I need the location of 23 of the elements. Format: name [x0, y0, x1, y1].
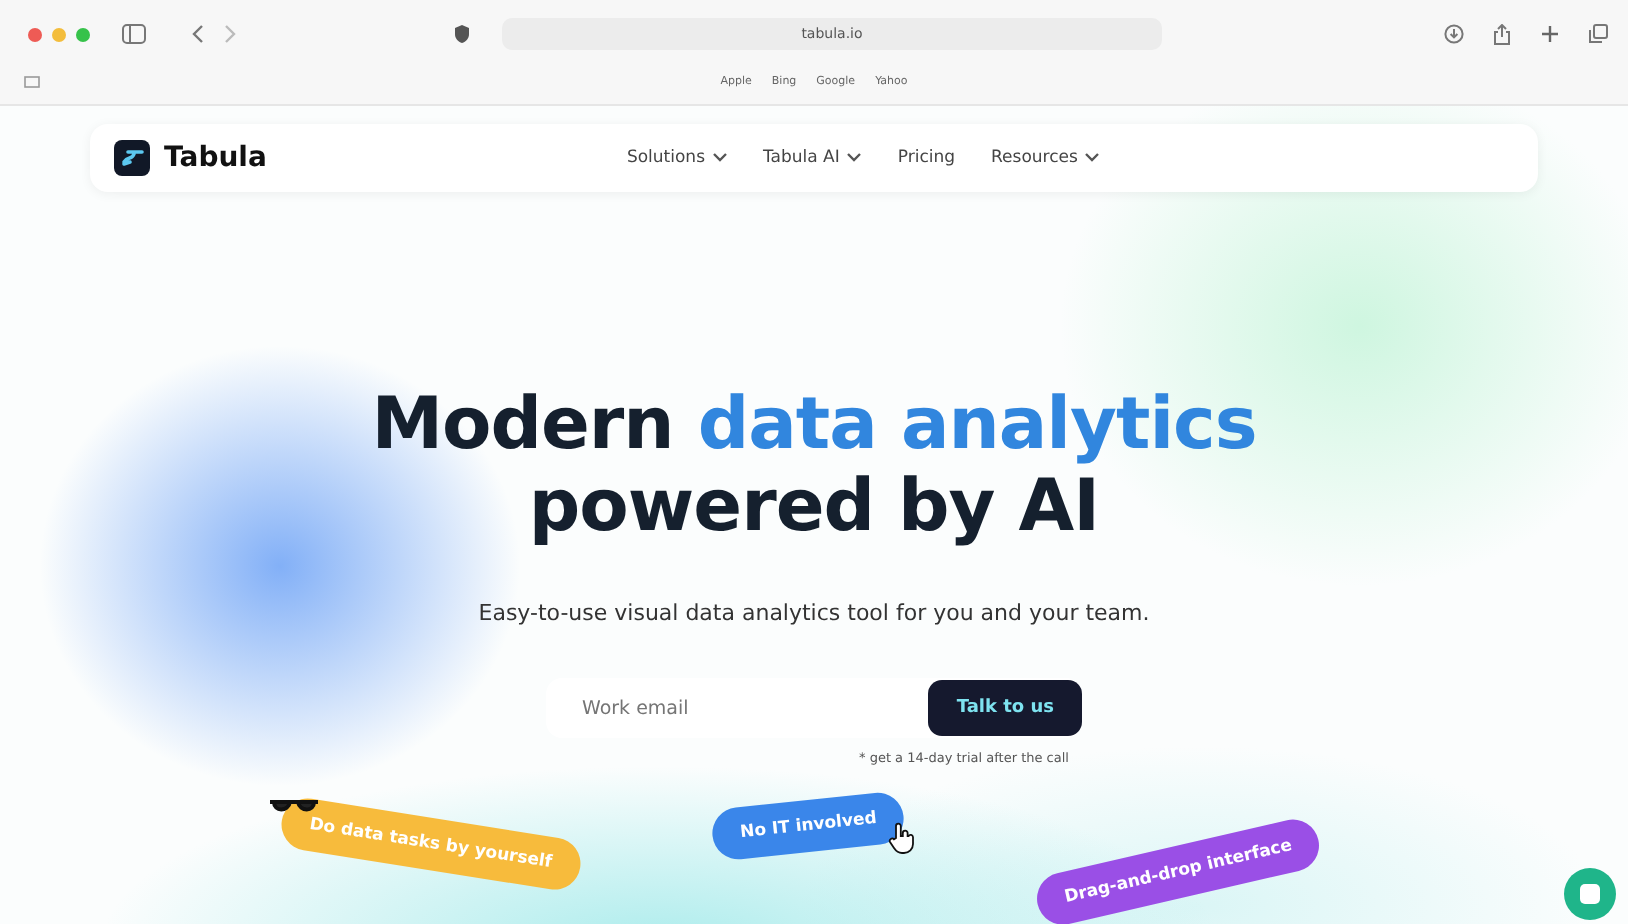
brand-name[interactable]: Tabula — [164, 142, 267, 174]
logo-icon[interactable] — [114, 140, 150, 176]
nav-link[interactable]: Resources — [991, 148, 1100, 168]
close-window-icon[interactable] — [28, 27, 42, 41]
nav-link[interactable]: Solutions — [626, 148, 727, 168]
hand-cursor-icon — [888, 822, 916, 854]
download-icon[interactable] — [1444, 24, 1464, 44]
chat-icon[interactable] — [1564, 868, 1616, 920]
email-field[interactable]: Work email Talk to us — [546, 678, 1082, 738]
shield-icon[interactable] — [454, 24, 470, 44]
talk-to-us-button[interactable]: Talk to us — [928, 680, 1082, 736]
back-icon[interactable] — [190, 24, 206, 44]
sidebar-icon[interactable] — [122, 24, 146, 44]
grid-icon[interactable] — [24, 76, 40, 88]
nav-link[interactable]: Tabula AI — [763, 148, 862, 168]
hero-heading: Modern data analytics powered by AI — [371, 384, 1257, 548]
nav-link[interactable]: Pricing — [897, 148, 956, 168]
feature-tag: No IT involved — [709, 790, 908, 862]
hero-subtitle: Easy-to-use visual data analytics tool for you and your team. — [478, 600, 1150, 626]
tabs-icon[interactable] — [1588, 24, 1608, 44]
plus-icon[interactable] — [1540, 24, 1560, 44]
share-icon[interactable] — [1492, 23, 1512, 45]
maximize-window-icon[interactable] — [76, 27, 90, 41]
